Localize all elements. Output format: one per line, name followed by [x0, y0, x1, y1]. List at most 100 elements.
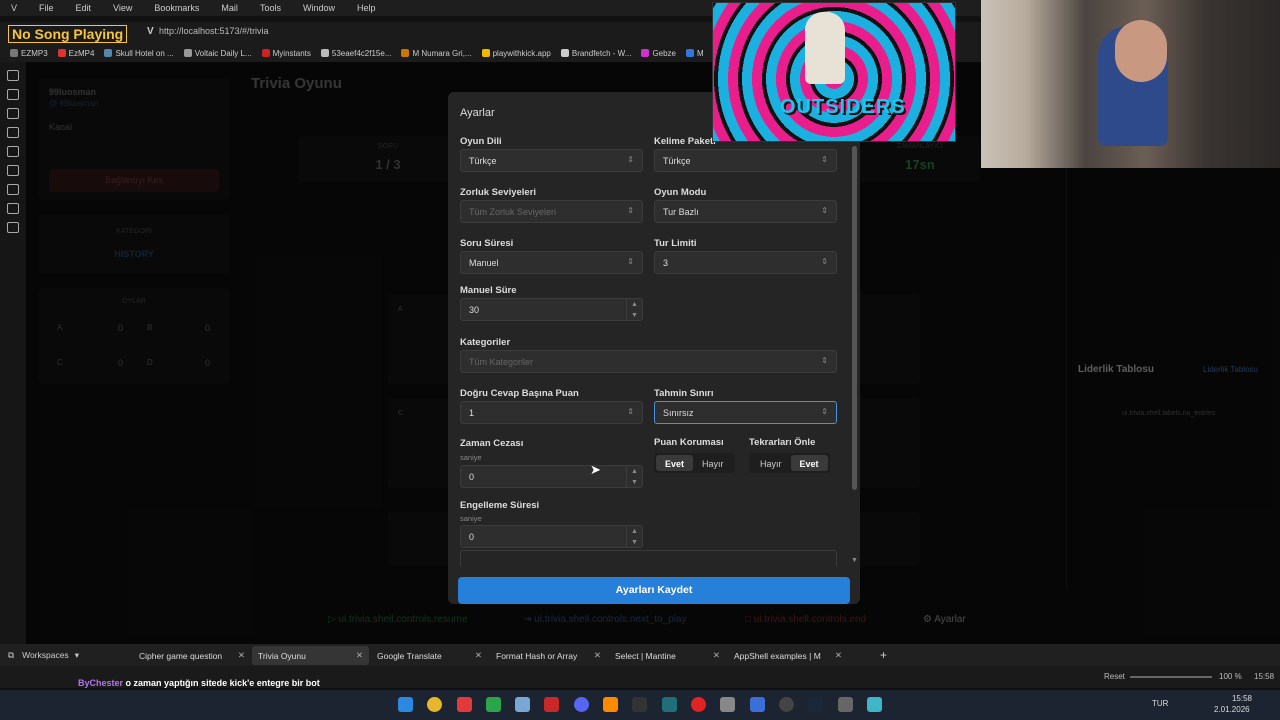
bookmark-item[interactable]: M	[686, 49, 704, 58]
score-protection-no[interactable]: Hayır	[693, 455, 733, 471]
workspaces-label[interactable]: Workspaces	[22, 650, 69, 660]
tab-mantine-select[interactable]: Select | Mantine ✕	[609, 646, 726, 665]
bookmark-icon	[641, 49, 650, 57]
score-protection-yes[interactable]: Evet	[656, 455, 694, 471]
bookmark-item[interactable]: Gebze	[641, 49, 676, 58]
translate-icon[interactable]	[7, 146, 19, 157]
menu-mail[interactable]: Mail	[210, 3, 249, 13]
app-icon[interactable]	[662, 697, 677, 712]
close-icon[interactable]: ✕	[475, 650, 482, 661]
tab-format-hash[interactable]: Format Hash or Array ✕	[490, 646, 607, 665]
prevent-repeats-yes[interactable]: Evet	[790, 455, 828, 471]
bookmark-item[interactable]: EZMP3	[10, 49, 48, 58]
manual-time-input[interactable]: 30 ▲ ▼	[460, 298, 643, 321]
difficulty-select[interactable]: Tüm Zorluk Seviyeleri ⇕	[460, 200, 643, 223]
round-limit-select[interactable]: 3 ⇕	[654, 251, 837, 274]
illustrator-icon[interactable]	[603, 697, 618, 712]
notes-icon[interactable]	[7, 127, 19, 138]
game-language-select[interactable]: Türkçe ⇕	[460, 149, 643, 172]
steam-icon[interactable]	[808, 697, 823, 712]
bookmark-item[interactable]: Myinstants	[261, 49, 311, 58]
modal-scrollbar[interactable]	[852, 146, 857, 490]
menu-bookmarks[interactable]: Bookmarks	[143, 3, 210, 13]
menu-help[interactable]: Help	[346, 3, 387, 13]
app-icon[interactable]	[750, 697, 765, 712]
question-time-select[interactable]: Manuel ⇕	[460, 251, 643, 274]
app-icon[interactable]	[515, 697, 530, 712]
close-icon[interactable]: ✕	[594, 650, 601, 661]
prevent-repeats-toggle[interactable]: Hayır Evet	[749, 453, 830, 473]
menu-file[interactable]: File	[28, 3, 65, 13]
app-icon[interactable]	[838, 697, 853, 712]
window-icon[interactable]	[7, 184, 19, 195]
prevent-repeats-no[interactable]: Hayır	[751, 455, 791, 471]
bookmark-item[interactable]: M Numara Gri,...	[401, 49, 472, 58]
block-duration-input[interactable]: 0 ▲ ▼	[460, 525, 643, 548]
tab-translate[interactable]: Google Translate ✕	[371, 646, 488, 665]
taskbar-clock[interactable]: 15:58	[1218, 694, 1252, 703]
close-icon[interactable]: ✕	[356, 650, 363, 661]
menu-view[interactable]: View	[102, 3, 143, 13]
url-field[interactable]: http://localhost:5173/#/trivia	[159, 26, 269, 36]
bookmark-item[interactable]: Brandfetch - W...	[560, 49, 631, 58]
stepper-icon[interactable]: ▲ ▼	[626, 299, 642, 320]
word-pack-select[interactable]: Türkçe ⇕	[654, 149, 837, 172]
points-select[interactable]: 1 ⇕	[460, 401, 643, 424]
app-icon[interactable]	[632, 697, 647, 712]
close-icon[interactable]: ✕	[835, 650, 842, 661]
app-icon[interactable]	[867, 697, 882, 712]
chrome-icon[interactable]	[427, 697, 442, 712]
bookmark-item[interactable]: EzMP4	[57, 49, 94, 58]
menu-tools[interactable]: Tools	[249, 3, 292, 13]
time-penalty-input[interactable]: 0 ▲ ▼	[460, 465, 643, 488]
vivaldi-taskbar-icon[interactable]	[457, 697, 472, 712]
close-icon[interactable]: ✕	[238, 650, 245, 661]
save-settings-button[interactable]: Ayarları Kaydet	[458, 577, 850, 604]
taskbar-date[interactable]: 2.01.2026	[1214, 705, 1250, 714]
game-mode-label: Oyun Modu	[654, 187, 707, 198]
bookmark-item[interactable]: Voltaic Daily L...	[183, 49, 252, 58]
guess-limit-select[interactable]: Sınırsız ⇕	[654, 401, 837, 424]
scroll-down-icon[interactable]: ▼	[851, 557, 858, 564]
word-pack-value: Türkçe	[663, 156, 691, 166]
terminal-icon[interactable]	[486, 697, 501, 712]
download-icon[interactable]	[7, 89, 19, 100]
stepper-icon[interactable]: ▲ ▼	[626, 526, 642, 547]
game-mode-select[interactable]: Tur Bazlı ⇕	[654, 200, 837, 223]
tab-trivia[interactable]: Trivia Oyunu ✕	[252, 646, 369, 665]
score-protection-toggle[interactable]: Evet Hayır	[654, 453, 735, 473]
close-icon[interactable]: ✕	[713, 650, 720, 661]
tab-appshell[interactable]: AppShell examples | M ✕	[728, 646, 848, 665]
language-indicator[interactable]: TUR	[1152, 699, 1168, 708]
add-panel-icon[interactable]	[7, 222, 19, 233]
new-tab-icon[interactable]: +	[880, 648, 887, 662]
tab-cipher[interactable]: Cipher game question ✕	[133, 646, 251, 665]
menu-window[interactable]: Window	[292, 3, 346, 13]
vivaldi-icon[interactable]: V	[0, 3, 28, 13]
filezilla-icon[interactable]	[544, 697, 559, 712]
windows-start-icon[interactable]	[398, 697, 413, 712]
chevron-updown-icon: ⇕	[627, 206, 634, 215]
discord-icon[interactable]	[574, 697, 589, 712]
reading-list-icon[interactable]	[7, 165, 19, 176]
chevron-updown-icon: ⇕	[821, 206, 828, 215]
menu-edit[interactable]: Edit	[65, 3, 103, 13]
chevron-down-icon[interactable]: ▾	[75, 650, 79, 661]
bookmark-item[interactable]: 53eaef4c2f15e...	[320, 48, 392, 58]
zoom-slider[interactable]	[1130, 676, 1212, 678]
categories-select[interactable]: Tüm Kategoriler ⇕	[460, 350, 837, 373]
bookmark-label: 53eaef4c2f15e...	[331, 48, 392, 58]
score-protection-label: Puan Koruması	[654, 437, 724, 448]
bookmark-item[interactable]: Skull Hotel on ...	[104, 49, 174, 58]
obs-icon[interactable]	[779, 697, 794, 712]
app-icon[interactable]	[720, 697, 735, 712]
history-icon[interactable]	[7, 108, 19, 119]
panel-icon[interactable]	[7, 70, 19, 81]
mail-icon[interactable]	[7, 203, 19, 214]
stepper-icon[interactable]: ▲ ▼	[626, 466, 642, 487]
manual-time-label: Manuel Süre	[460, 285, 517, 296]
bookmark-item[interactable]: playwithkick.app	[481, 49, 551, 58]
workspaces-icon[interactable]: ⧉	[8, 650, 14, 661]
app-icon[interactable]	[691, 697, 706, 712]
zoom-reset[interactable]: Reset	[1104, 672, 1125, 681]
